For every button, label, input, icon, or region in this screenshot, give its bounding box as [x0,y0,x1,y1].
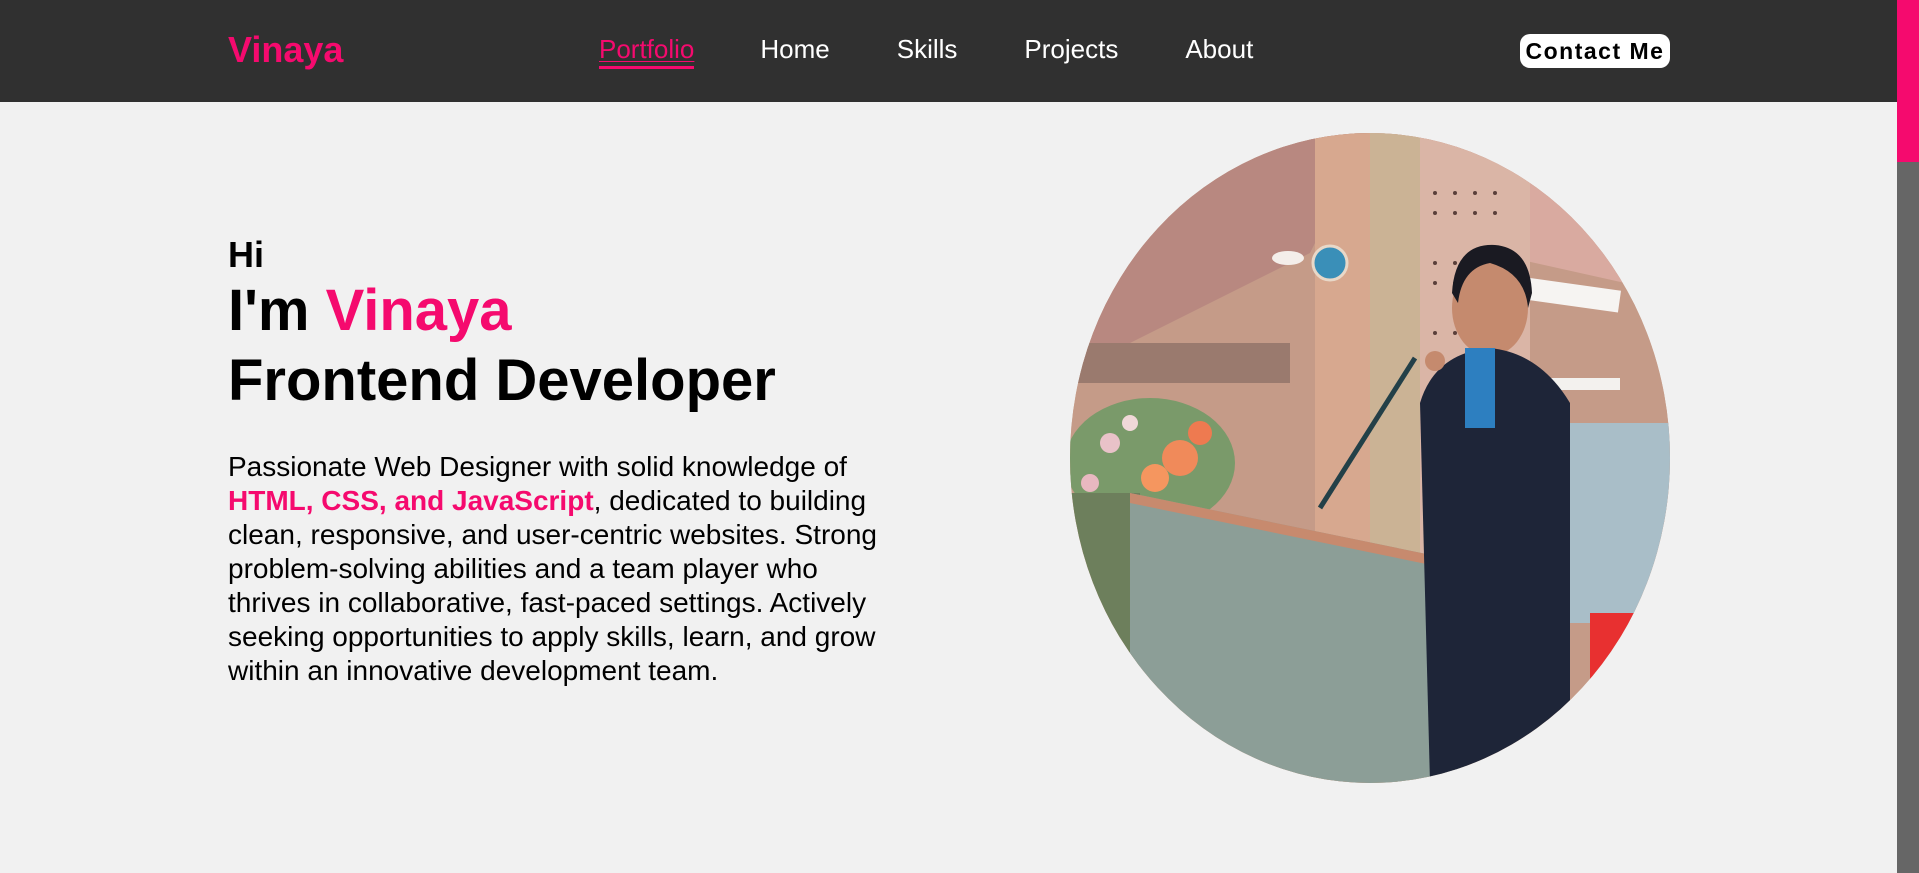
nav-link-skills[interactable]: Skills [897,32,958,69]
contact-me-button[interactable]: Contact Me [1520,34,1670,68]
scrollbar-thumb[interactable] [1897,0,1919,162]
scrollbar-track[interactable] [1897,0,1919,873]
hero-role: Frontend Developer [228,348,776,413]
nav-link-home[interactable]: Home [760,32,829,69]
hero-section: Hi I'm Vinaya Frontend Developer Passion… [228,234,908,688]
hero-name: Vinaya [325,278,512,343]
main-nav: Portfolio Home Skills Projects About [599,32,1253,69]
profile-photo [1070,133,1670,783]
intro-prefix: I'm [228,278,326,343]
bio-start: Passionate Web Designer with solid knowl… [228,451,847,482]
bio-skills-highlight: HTML, CSS, and JavaScript [228,485,594,516]
hero-bio: Passionate Web Designer with solid knowl… [228,450,908,688]
navbar: Vinaya Portfolio Home Skills Projects Ab… [0,0,1897,102]
site-logo[interactable]: Vinaya [228,30,343,70]
hero-intro: I'm Vinaya [228,276,908,346]
nav-link-portfolio[interactable]: Portfolio [599,32,695,69]
nav-link-about[interactable]: About [1185,32,1253,69]
nav-link-projects[interactable]: Projects [1024,32,1118,69]
profile-photo-illustration [1070,133,1670,783]
hero-greeting: Hi [228,234,264,275]
